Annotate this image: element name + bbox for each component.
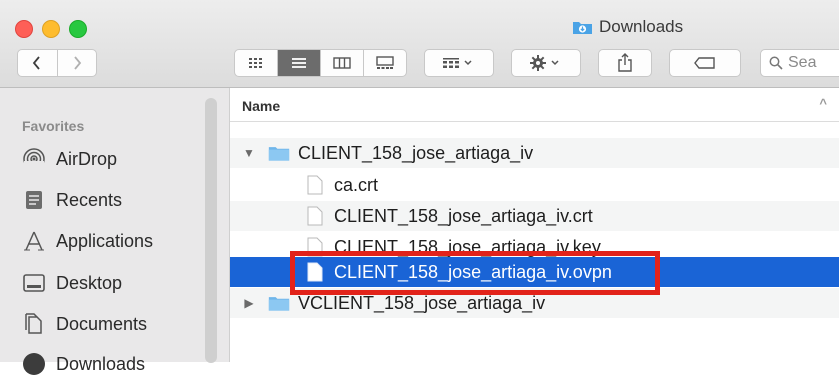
document-icon [304, 204, 326, 228]
gallery-icon [376, 56, 394, 69]
group-grid-icon [443, 58, 459, 68]
sidebar: Favorites AirDrop Recents Applications D… [0, 88, 230, 375]
disclosure-expanded-icon[interactable]: ▼ [242, 146, 256, 160]
recents-icon [22, 188, 46, 212]
file-name: ca.crt [334, 174, 379, 195]
column-header: Name ^ [230, 88, 839, 122]
file-name: CLIENT_158_jose_artiaga_iv.crt [334, 205, 593, 226]
view-mode-group [234, 49, 407, 77]
window-title: Downloads [572, 15, 683, 39]
file-name: VCLIENT_158_jose_artiaga_iv [298, 292, 546, 313]
close-window-button[interactable] [15, 20, 33, 38]
window-title-text: Downloads [599, 17, 684, 36]
list-item[interactable]: ca.crt [230, 170, 839, 200]
gallery-view-button[interactable] [363, 50, 406, 76]
applications-icon [22, 229, 46, 253]
sidebar-item-label: Documents [56, 313, 148, 334]
chevron-down-icon [464, 60, 472, 66]
toolbar: Downloads Sea [0, 0, 839, 88]
sidebar-item-label: AirDrop [56, 148, 118, 169]
action-menu-button[interactable] [511, 49, 581, 77]
sidebar-item-documents[interactable]: Documents [22, 310, 147, 338]
chevron-right-icon [74, 56, 81, 70]
file-name: CLIENT_158_jose_artiaga_iv [298, 142, 534, 163]
tag-icon [694, 57, 715, 69]
desktop-icon [22, 271, 46, 295]
airdrop-icon [22, 147, 46, 171]
share-button[interactable] [598, 49, 652, 77]
group-by-button[interactable] [424, 49, 494, 77]
sidebar-item-label: Downloads [56, 353, 146, 374]
tags-button[interactable] [669, 49, 741, 77]
forward-button[interactable] [56, 50, 97, 76]
list-item[interactable]: ▼ CLIENT_158_jose_artiaga_iv [230, 138, 839, 168]
sidebar-section-favorites: Favorites [22, 118, 85, 134]
file-name: CLIENT_158_jose_artiaga_iv.ovpn [334, 261, 612, 282]
sidebar-item-label: Applications [56, 230, 154, 251]
empty-row [230, 319, 839, 349]
downloads-icon [22, 352, 46, 376]
search-icon [769, 56, 783, 70]
sort-ascending-icon: ^ [819, 96, 827, 111]
name-column-header[interactable]: Name [242, 98, 280, 114]
chevron-left-icon [33, 56, 40, 70]
list-item[interactable]: ▶ VCLIENT_158_jose_artiaga_iv [230, 288, 839, 318]
list-item-selected[interactable]: CLIENT_158_jose_artiaga_iv.ovpn [230, 257, 839, 287]
column-view-button[interactable] [320, 50, 363, 76]
sidebar-scrollbar[interactable] [205, 98, 217, 363]
document-icon [304, 173, 326, 197]
disclosure-collapsed-icon[interactable]: ▶ [242, 296, 256, 310]
zoom-window-button[interactable] [69, 20, 87, 38]
sidebar-item-downloads[interactable]: Downloads [22, 350, 145, 378]
list-icon [292, 58, 306, 68]
documents-icon [22, 312, 46, 336]
folder-icon [268, 141, 290, 165]
list-item[interactable]: CLIENT_158_jose_artiaga_iv.crt [230, 201, 839, 231]
document-icon [304, 260, 326, 284]
back-forward-group [17, 49, 97, 77]
folder-icon [268, 291, 290, 315]
minimize-window-button[interactable] [42, 20, 60, 38]
sidebar-item-airdrop[interactable]: AirDrop [22, 145, 117, 173]
search-placeholder: Sea [788, 54, 817, 71]
sidebar-item-applications[interactable]: Applications [22, 227, 153, 255]
sidebar-item-recents[interactable]: Recents [22, 186, 122, 214]
search-field[interactable]: Sea [760, 49, 839, 77]
chevron-down-icon [551, 60, 559, 66]
sidebar-item-label: Desktop [56, 272, 123, 293]
columns-icon [333, 57, 351, 69]
downloads-folder-icon [573, 22, 592, 34]
icon-view-button[interactable] [235, 50, 277, 76]
share-icon [618, 53, 632, 72]
file-list: Name ^ ▼ CLIENT_158_jose_artiaga_iv ca.c… [230, 88, 839, 362]
list-view-button[interactable] [277, 50, 320, 76]
document-icon [304, 235, 326, 259]
grid-icon [249, 58, 262, 68]
back-button[interactable] [18, 50, 57, 76]
gear-icon [530, 55, 546, 71]
file-name: CLIENT_158_jose_artiaga_iv.key [334, 236, 601, 257]
sidebar-item-label: Recents [56, 189, 123, 210]
sidebar-item-desktop[interactable]: Desktop [22, 269, 122, 297]
